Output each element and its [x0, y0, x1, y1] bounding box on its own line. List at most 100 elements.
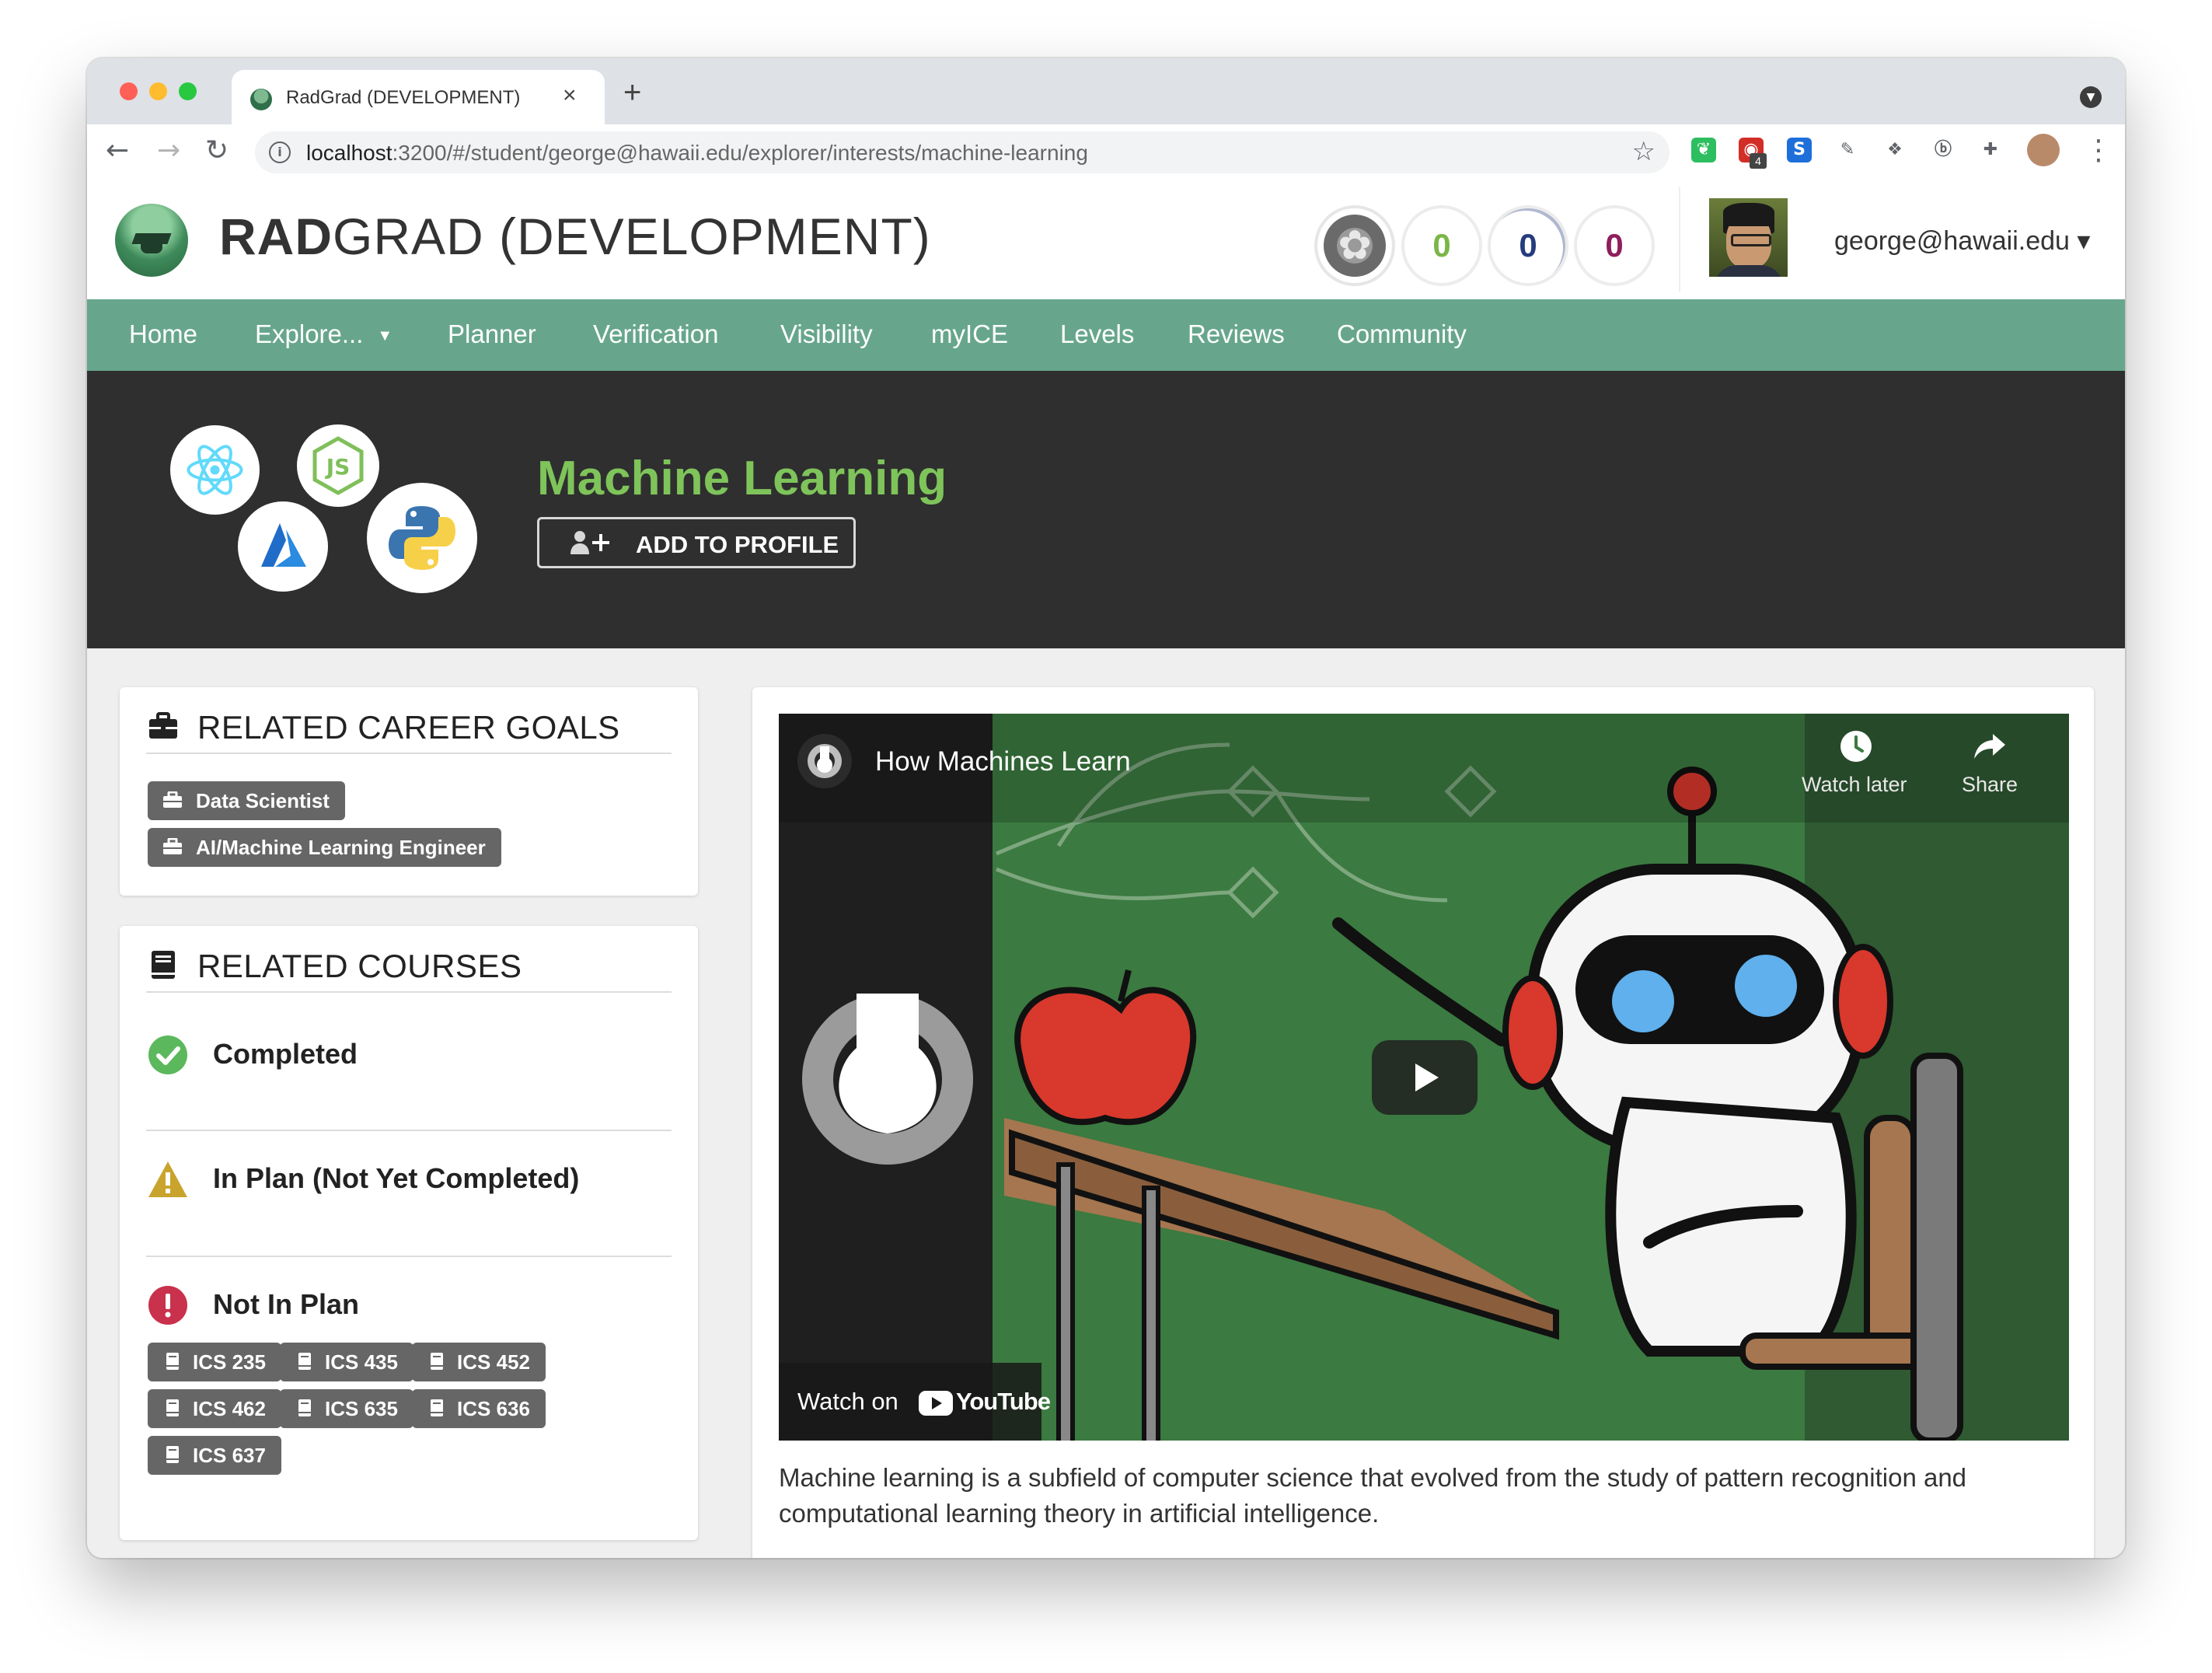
watch-later-button[interactable]: Watch later	[1802, 729, 1907, 797]
not-in-plan-label: Not In Plan	[213, 1288, 359, 1320]
interest-description: Machine learning is a subfield of comput…	[779, 1463, 1967, 1528]
site-title[interactable]: RADGRAD (DEVELOPMENT)	[219, 207, 931, 266]
course-label: ICS 637	[193, 1444, 266, 1467]
briefcase-icon	[163, 791, 182, 808]
url-path: :3200/#/student/george@hawaii.edu/explor…	[392, 141, 1088, 165]
career-goal-label: Data Scientist	[196, 789, 330, 812]
radgrad-logo-icon[interactable]	[115, 204, 188, 277]
career-goals-title: RELATED CAREER GOALS	[197, 709, 620, 746]
nav-community[interactable]: Community	[1337, 320, 1467, 349]
user-menu[interactable]: george@hawaii.edu ▾	[1834, 225, 2090, 257]
course-label: ICS 435	[325, 1350, 398, 1374]
briefcase-icon	[163, 838, 182, 854]
browser-window: RadGrad (DEVELOPMENT) × + ▼ ← → ↻ i loca…	[87, 58, 2125, 1558]
play-icon	[1415, 1064, 1439, 1091]
course-pill[interactable]: ICS 452	[412, 1343, 546, 1381]
add-to-profile-button[interactable]: ADD TO PROFILE	[537, 517, 856, 568]
s-extension-icon[interactable]: S	[1787, 138, 1812, 162]
interest-title: Machine Learning	[537, 452, 947, 505]
browser-tab[interactable]: RadGrad (DEVELOPMENT) ×	[232, 70, 605, 124]
course-pill[interactable]: ICS 636	[412, 1389, 546, 1428]
b-extension-icon[interactable]: ⓑ	[1931, 138, 1956, 162]
nav-levels[interactable]: Levels	[1060, 320, 1134, 349]
site-title-bold: RAD	[219, 208, 333, 265]
watch-on-label: Watch on	[797, 1388, 898, 1415]
share-label: Share	[1961, 773, 2018, 796]
nav-reviews[interactable]: Reviews	[1188, 320, 1285, 349]
course-pill[interactable]: ICS 435	[280, 1343, 413, 1381]
nav-home[interactable]: Home	[129, 320, 197, 349]
course-label: ICS 462	[193, 1397, 266, 1420]
page-content: RADGRAD (DEVELOPMENT) ✿ 0 0 0 george@haw…	[87, 179, 2125, 1558]
site-info-icon[interactable]: i	[269, 141, 291, 163]
nav-myice[interactable]: myICE	[931, 320, 1008, 349]
user-avatar[interactable]	[1709, 198, 1788, 277]
completed-label: Completed	[213, 1038, 358, 1070]
book-icon	[298, 1353, 311, 1370]
new-tab-button[interactable]: +	[623, 77, 641, 108]
close-window-button[interactable]	[120, 82, 138, 100]
course-pill[interactable]: ICS 635	[280, 1389, 413, 1428]
site-title-rest: GRAD (DEVELOPMENT)	[333, 208, 931, 265]
nav-explore-label: Explore...	[255, 320, 364, 348]
career-goal-label: AI/Machine Learning Engineer	[196, 836, 486, 859]
ice-experience-score[interactable]: 0	[1577, 208, 1652, 283]
tab-strip: RadGrad (DEVELOPMENT) × + ▼	[87, 58, 2125, 124]
related-courses-title: RELATED COURSES	[197, 948, 522, 984]
career-goal-pill[interactable]: AI/Machine Learning Engineer	[148, 828, 501, 867]
book-icon	[166, 1353, 179, 1370]
career-goal-pill[interactable]: Data Scientist	[148, 781, 345, 820]
main-nav: Home Explore... ▼ Planner Verification Vi…	[87, 299, 2125, 371]
watch-on-youtube-button[interactable]: Watch on YouTube	[779, 1363, 1051, 1441]
site-header: RADGRAD (DEVELOPMENT) ✿ 0 0 0 george@haw…	[87, 179, 2125, 299]
bookmark-star-icon[interactable]: ☆	[1632, 136, 1656, 167]
tab-search-icon[interactable]: ▼	[2080, 86, 2102, 108]
course-pill[interactable]: ICS 637	[148, 1436, 281, 1475]
course-pill[interactable]: ICS 235	[148, 1343, 281, 1381]
nav-explore[interactable]: Explore... ▼	[255, 320, 393, 349]
add-to-profile-label: ADD TO PROFILE	[636, 531, 839, 558]
dropbox-icon[interactable]: ❖	[1882, 138, 1907, 162]
channel-avatar-icon[interactable]	[797, 734, 852, 788]
maximize-window-button[interactable]	[179, 82, 197, 100]
azure-logo-icon	[238, 501, 328, 592]
profile-avatar-icon[interactable]	[2027, 134, 2060, 166]
puzzle-icon[interactable]: ✚	[1978, 138, 2003, 162]
course-pill[interactable]: ICS 462	[148, 1389, 281, 1428]
interest-description-card: How Machines Learn Watch later Share Wat…	[752, 687, 2094, 1558]
youtube-wordmark: YouTube	[956, 1388, 1051, 1415]
exclamation-circle-icon	[148, 1286, 187, 1325]
ice-competency-score[interactable]: 0	[1491, 208, 1565, 283]
forward-arrow-icon[interactable]: →	[157, 134, 180, 168]
avatar-glasses	[1731, 234, 1771, 246]
back-arrow-icon[interactable]: ←	[106, 134, 129, 168]
book-icon	[166, 1446, 179, 1463]
level-badge[interactable]: ✿	[1317, 208, 1392, 283]
avatar-hair-top	[1723, 203, 1774, 226]
eyedropper-icon[interactable]: ✎	[1835, 138, 1860, 162]
address-bar[interactable]: i localhost:3200/#/student/george@hawaii…	[255, 131, 1669, 173]
reload-icon[interactable]: ↻	[205, 134, 229, 168]
evernote-icon[interactable]: ❦	[1691, 138, 1716, 162]
related-career-goals-card: RELATED CAREER GOALS Data Scientist AI/M…	[120, 687, 698, 896]
minimize-window-button[interactable]	[149, 82, 167, 100]
tab-close-icon[interactable]: ×	[563, 82, 577, 109]
nav-visibility[interactable]: Visibility	[780, 320, 873, 349]
svg-text:JS: JS	[325, 454, 351, 480]
clock-icon	[1840, 731, 1872, 762]
tab-title: RadGrad (DEVELOPMENT)	[286, 87, 521, 108]
book-icon	[298, 1399, 311, 1416]
video-title[interactable]: How Machines Learn	[875, 746, 1131, 777]
book-icon	[431, 1353, 443, 1370]
nav-planner[interactable]: Planner	[448, 320, 536, 349]
nav-verification[interactable]: Verification	[593, 320, 718, 349]
url-host: localhost	[306, 141, 393, 165]
share-button[interactable]: Share	[1951, 729, 2029, 797]
youtube-video-embed[interactable]: How Machines Learn Watch later Share Wat…	[779, 714, 2069, 1441]
card-divider	[146, 1130, 672, 1131]
play-button[interactable]	[1372, 1040, 1478, 1115]
caret-down-icon: ▾	[2077, 226, 2091, 256]
browser-menu-icon[interactable]: ⋮	[2085, 134, 2113, 168]
in-plan-label: In Plan (Not Yet Completed)	[213, 1162, 580, 1194]
ice-innovation-score[interactable]: 0	[1404, 208, 1479, 283]
